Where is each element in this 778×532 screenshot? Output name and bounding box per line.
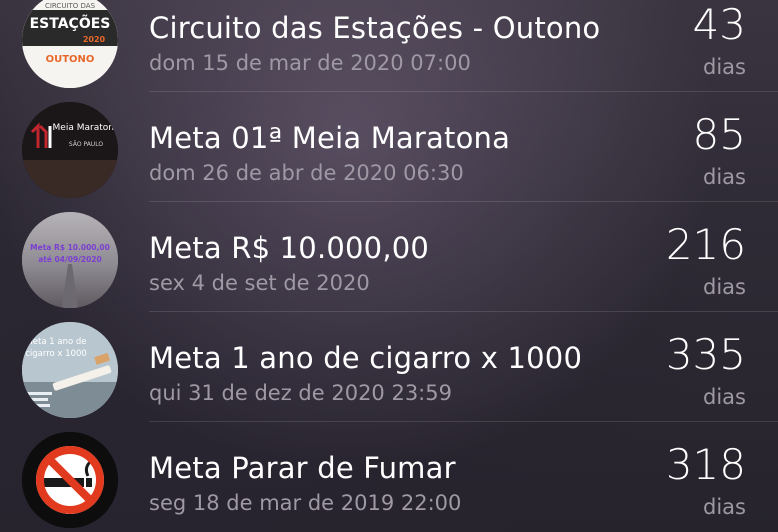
event-date: dom 26 de abr de 2020 06:30 xyxy=(149,161,464,185)
days-unit: dias xyxy=(703,55,746,79)
money-goal-image-icon: Meta R$ 10.000,00 até 04/09/2020 xyxy=(22,212,118,308)
avatar-line: SÃO PAULO xyxy=(69,141,103,148)
avatar-line: Meta 1 ano de xyxy=(25,337,86,347)
list-item[interactable]: Meta R$ 10.000,00 até 04/09/2020 Meta R$… xyxy=(0,202,778,312)
event-date: qui 31 de dez de 2020 23:59 xyxy=(149,381,452,405)
event-date: seg 18 de mar de 2019 22:00 xyxy=(149,491,462,515)
list-item[interactable]: Meia Maratona SÃO PAULO Meta 01ª Meia Ma… xyxy=(0,92,778,202)
avatar-line: 2020 xyxy=(83,35,106,44)
days-count: 216 xyxy=(665,220,746,269)
avatar-line: CIRCUITO DAS xyxy=(45,2,96,10)
event-avatar xyxy=(22,432,118,528)
event-avatar: CIRCUITO DAS ESTAÇÕES 2020 OUTONO xyxy=(22,0,118,88)
list-item[interactable]: CIRCUITO DAS ESTAÇÕES 2020 OUTONO Circui… xyxy=(0,0,778,92)
days-count: 85 xyxy=(692,110,746,159)
event-title: Meta 01ª Meia Maratona xyxy=(149,121,511,155)
circuito-logo-icon: CIRCUITO DAS ESTAÇÕES 2020 OUTONO xyxy=(22,0,118,88)
event-title: Meta Parar de Fumar xyxy=(149,451,456,485)
event-avatar: Meta R$ 10.000,00 até 04/09/2020 xyxy=(22,212,118,308)
days-unit: dias xyxy=(703,385,746,409)
days-count: 43 xyxy=(692,0,746,49)
event-title: Meta R$ 10.000,00 xyxy=(149,231,430,265)
days-count: 335 xyxy=(665,330,746,379)
avatar-line: Meta R$ 10.000,00 xyxy=(30,243,110,252)
list-item[interactable]: Meta 1 ano de cigarro x 1000 Meta 1 ano … xyxy=(0,312,778,422)
no-smoking-icon xyxy=(22,432,118,528)
event-date: dom 15 de mar de 2020 07:00 xyxy=(149,51,471,75)
avatar-line: cigarro x 1000 xyxy=(25,349,87,359)
event-title: Meta 1 ano de cigarro x 1000 xyxy=(149,341,583,375)
days-unit: dias xyxy=(703,165,746,189)
days-count: 318 xyxy=(665,440,746,489)
avatar-line: até 04/09/2020 xyxy=(38,255,102,264)
days-unit: dias xyxy=(703,495,746,519)
event-title: Circuito das Estações - Outono xyxy=(149,11,601,45)
list-item[interactable]: Meta Parar de Fumar seg 18 de mar de 201… xyxy=(0,422,778,532)
event-date: sex 4 de set de 2020 xyxy=(149,271,370,295)
half-marathon-logo-icon: Meia Maratona SÃO PAULO xyxy=(22,102,118,198)
avatar-line: ESTAÇÕES xyxy=(30,14,111,32)
event-list: CIRCUITO DAS ESTAÇÕES 2020 OUTONO Circui… xyxy=(0,0,778,532)
avatar-line: Meia Maratona xyxy=(53,123,118,133)
cigarette-goal-image-icon: Meta 1 ano de cigarro x 1000 xyxy=(22,322,118,418)
days-unit: dias xyxy=(703,275,746,299)
event-avatar: Meta 1 ano de cigarro x 1000 xyxy=(22,322,118,418)
avatar-line: OUTONO xyxy=(46,54,95,65)
event-avatar: Meia Maratona SÃO PAULO xyxy=(22,102,118,198)
